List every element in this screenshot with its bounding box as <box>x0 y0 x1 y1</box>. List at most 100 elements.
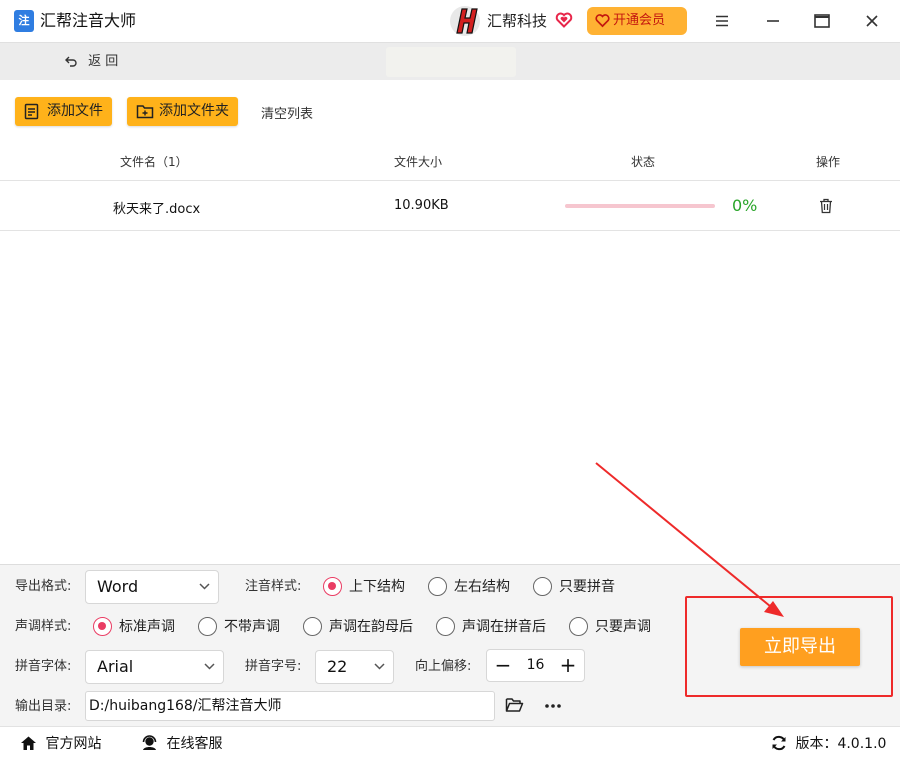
radio-tone-only[interactable]: 只要声调 <box>569 617 651 637</box>
more-options-button[interactable] <box>544 697 562 713</box>
online-support-label: 在线客服 <box>166 736 223 752</box>
radio-annotation-top-bottom[interactable]: 上下结构 <box>323 577 405 597</box>
vip-button[interactable]: 开通会员 <box>587 7 687 35</box>
radio-label: 标准声调 <box>119 619 175 635</box>
radio-dot <box>303 617 322 636</box>
file-size-cell: 10.90KB <box>394 198 449 213</box>
version-label: 版本： <box>795 736 838 752</box>
radio-label: 左右结构 <box>454 579 510 595</box>
delete-icon[interactable] <box>819 198 833 214</box>
radio-dot <box>569 617 588 636</box>
vip-heart-icon <box>595 14 610 28</box>
app-title: 汇帮注音大师 <box>40 11 137 30</box>
annotation-style-label: 注音样式: <box>245 579 302 594</box>
export-format-value: Word <box>97 577 139 596</box>
brand-name: 汇帮科技 <box>487 12 548 30</box>
radio-label: 声调在韵母后 <box>329 619 413 635</box>
radio-dot <box>198 617 217 636</box>
maximize-icon <box>814 14 830 28</box>
progress-bar <box>565 204 715 208</box>
footer-bar: 官方网站 在线客服 版本：4.0.1.0 <box>0 726 900 760</box>
offset-value[interactable]: 16 <box>517 650 554 681</box>
back-button-label: 返 回 <box>88 54 119 69</box>
header-status: 状态 <box>631 155 656 169</box>
add-file-button[interactable]: 添加文件 <box>15 97 112 126</box>
radio-tone-after-pinyin[interactable]: 声调在拼音后 <box>436 617 546 637</box>
offset-stepper: − 16 + <box>486 649 585 682</box>
nav-bar: 返 回 <box>0 42 900 80</box>
brand-logo-icon <box>450 6 480 36</box>
progress-percent: 0% <box>732 196 758 215</box>
version-number: 4.0.1.0 <box>837 736 887 752</box>
chevron-down-icon <box>204 663 215 670</box>
radio-label: 不带声调 <box>224 619 280 635</box>
minimize-button[interactable] <box>762 10 784 32</box>
close-button[interactable] <box>861 10 883 32</box>
minimize-icon <box>767 20 779 22</box>
export-format-select[interactable]: Word <box>85 570 219 604</box>
pinyin-size-select[interactable]: 22 <box>315 650 394 684</box>
offset-label: 向上偏移: <box>415 659 472 674</box>
app-logo-icon: 注 <box>14 10 34 32</box>
back-button[interactable]: 返 回 <box>64 53 118 71</box>
radio-dot <box>428 577 447 596</box>
refresh-icon <box>772 735 786 751</box>
menu-icon <box>716 15 728 27</box>
pinyin-size-value: 22 <box>327 657 348 676</box>
add-folder-button[interactable]: 添加文件夹 <box>127 97 238 126</box>
version-info[interactable]: 版本：4.0.1.0 <box>771 735 886 753</box>
radio-label: 上下结构 <box>349 579 405 595</box>
menu-button[interactable] <box>711 10 733 32</box>
file-name-cell: 秋天来了.docx <box>113 202 201 217</box>
radio-tone-none[interactable]: 不带声调 <box>198 617 280 637</box>
export-now-button[interactable]: 立即导出 <box>740 628 860 666</box>
radio-label: 只要拼音 <box>559 579 615 595</box>
maximize-button[interactable] <box>811 10 833 32</box>
more-dots-icon <box>545 704 561 708</box>
headset-icon <box>142 735 157 750</box>
pinyin-font-value: Arial <box>97 657 134 676</box>
radio-tone-after-final[interactable]: 声调在韵母后 <box>303 617 413 637</box>
add-folder-icon <box>136 105 154 119</box>
vip-button-label: 开通会员 <box>613 13 666 28</box>
radio-annotation-pinyin-only[interactable]: 只要拼音 <box>533 577 615 597</box>
add-folder-label: 添加文件夹 <box>159 103 229 119</box>
pinyin-font-label: 拼音字体: <box>15 659 72 674</box>
clear-list-button[interactable]: 清空列表 <box>261 103 313 122</box>
chevron-down-icon <box>199 583 210 590</box>
official-website-link[interactable]: 官方网站 <box>20 735 101 753</box>
pinyin-size-label: 拼音字号: <box>245 659 302 674</box>
radio-label: 声调在拼音后 <box>462 619 546 635</box>
add-file-icon <box>24 103 39 120</box>
heart-icon <box>555 12 573 28</box>
close-icon <box>866 15 878 27</box>
radio-dot <box>323 577 342 596</box>
online-support-link[interactable]: 在线客服 <box>141 735 222 753</box>
title-bar: 注 汇帮注音大师 汇帮科技 开通会员 <box>0 0 900 42</box>
header-file-size: 文件大小 <box>394 155 443 169</box>
home-icon <box>21 736 36 750</box>
header-file-name: 文件名（1） <box>120 155 188 169</box>
radio-annotation-left-right[interactable]: 左右结构 <box>428 577 510 597</box>
radio-tone-standard[interactable]: 标准声调 <box>93 617 175 637</box>
output-dir-field[interactable]: D:/huibang168/汇帮注音大师 <box>85 691 495 721</box>
chevron-down-icon <box>374 663 385 670</box>
file-table-header: 文件名（1） 文件大小 状态 操作 <box>0 141 900 181</box>
pinyin-font-select[interactable]: Arial <box>85 650 224 684</box>
add-file-label: 添加文件 <box>47 103 103 119</box>
table-row: 秋天来了.docx 10.90KB 0% <box>0 181 900 231</box>
radio-dot <box>93 617 112 636</box>
radio-dot <box>533 577 552 596</box>
folder-open-icon[interactable] <box>505 697 524 713</box>
offset-plus-button[interactable]: + <box>553 650 583 681</box>
offset-minus-button[interactable]: − <box>488 650 518 681</box>
output-dir-label: 输出目录: <box>15 699 72 714</box>
file-list-empty-area <box>0 232 900 564</box>
official-website-label: 官方网站 <box>45 736 102 752</box>
back-arrow-icon <box>65 56 77 67</box>
radio-label: 只要声调 <box>595 619 651 635</box>
radio-dot <box>436 617 455 636</box>
nav-tab-placeholder <box>386 47 516 77</box>
tone-style-label: 声调样式: <box>15 619 72 634</box>
export-format-label: 导出格式: <box>15 579 72 594</box>
